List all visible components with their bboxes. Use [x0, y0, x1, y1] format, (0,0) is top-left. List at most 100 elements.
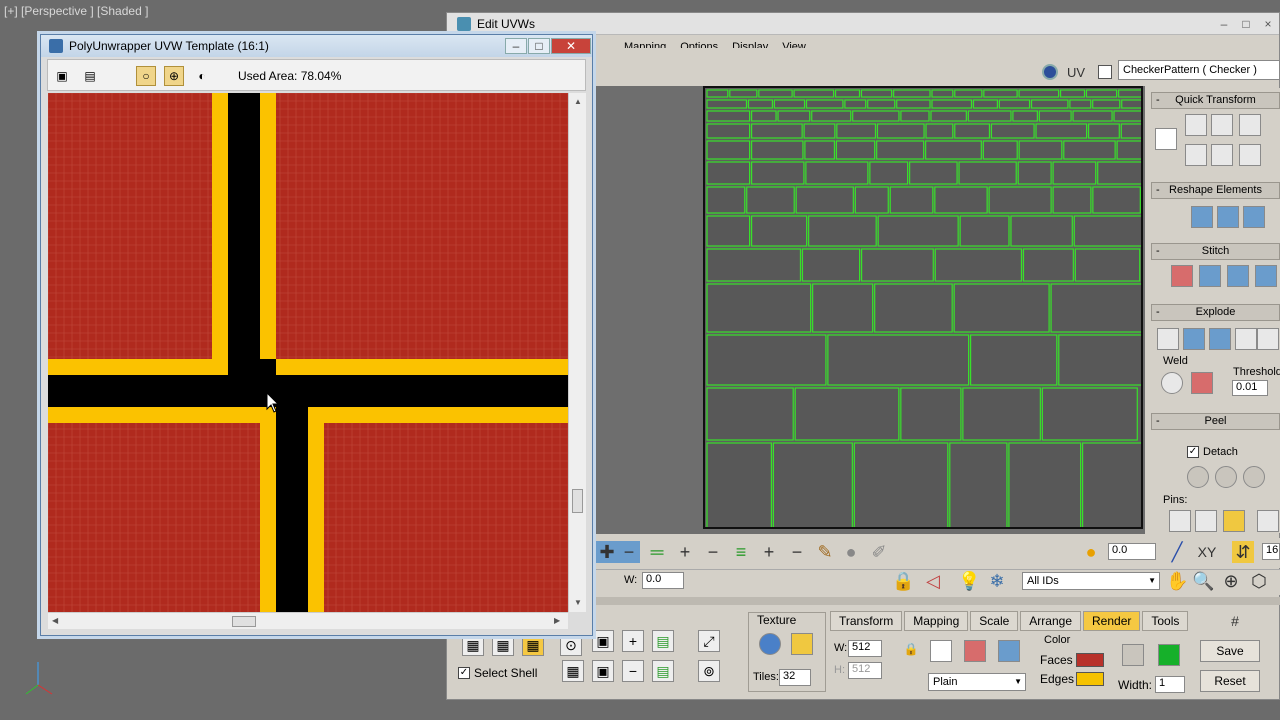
select-poly-icon[interactable]: ▦	[522, 634, 544, 656]
brush-small-icon[interactable]: ✐	[868, 541, 890, 563]
edges-color-swatch[interactable]	[1076, 672, 1104, 686]
uvw-template-canvas[interactable]	[48, 93, 568, 612]
stitch-target-icon[interactable]	[1255, 265, 1277, 287]
copy-template-icon[interactable]: ▤	[80, 66, 100, 86]
explode-icon[interactable]	[1209, 328, 1231, 350]
unpin-icon[interactable]	[1195, 510, 1217, 532]
grid-disabled-icon[interactable]	[1122, 644, 1144, 666]
auto-pin-icon[interactable]	[1223, 510, 1245, 532]
paint-select-mode-icon[interactable]: ⤢	[698, 630, 720, 652]
checker-globe-icon[interactable]	[1042, 64, 1058, 80]
shrink-select-icon[interactable]: −	[622, 660, 644, 682]
straighten-icon[interactable]	[1211, 144, 1233, 166]
fill-mode-select[interactable]: Plain	[928, 673, 1026, 691]
horizontal-scroll-thumb[interactable]	[232, 616, 256, 627]
select-shell-checkbox[interactable]: ✓ Select Shell	[458, 666, 537, 680]
zoom-input[interactable]: 16	[1262, 543, 1280, 560]
edit-uvws-titlebar[interactable]: Edit UVWs – □ ×	[447, 13, 1279, 35]
rotate-ccw-icon[interactable]	[1239, 144, 1261, 166]
select-by-angle-icon[interactable]: ⊙	[560, 634, 582, 656]
move-vertical-icon[interactable]: ✚	[596, 541, 618, 563]
render-checker-icon[interactable]	[964, 640, 986, 662]
weld-selected-icon[interactable]	[1191, 372, 1213, 394]
stitch-average-icon[interactable]	[1227, 265, 1249, 287]
ring-grow-icon[interactable]: ▤	[652, 630, 674, 652]
relax-until-flat-icon[interactable]	[1243, 206, 1265, 228]
reset-button[interactable]: Reset	[1200, 670, 1260, 692]
render-width-input[interactable]: 512	[848, 640, 882, 657]
rollout-stitch[interactable]: Stitch	[1151, 243, 1280, 260]
straighten-selection-icon[interactable]	[1191, 206, 1213, 228]
rollout-peel[interactable]: Peel	[1151, 413, 1280, 430]
show-edges-icon[interactable]	[1158, 644, 1180, 666]
stitch-custom-icon[interactable]	[1171, 265, 1193, 287]
render-tiles-icon[interactable]	[998, 640, 1020, 662]
render-grid-icon[interactable]	[930, 640, 952, 662]
pivot-icon[interactable]	[1155, 128, 1177, 150]
uv-label[interactable]: UV	[1067, 65, 1085, 80]
grow-icon[interactable]: +	[758, 541, 780, 563]
aspect-lock-icon[interactable]: 🔒	[900, 638, 922, 660]
select-pins-icon[interactable]	[1257, 510, 1279, 532]
tab-tools[interactable]: Tools	[1142, 611, 1189, 631]
line-falloff-icon[interactable]: ╱	[1166, 541, 1188, 563]
detach-checkbox[interactable]: ✓ Detach	[1187, 446, 1238, 458]
pelt-map-icon[interactable]	[1215, 466, 1237, 488]
minus-icon[interactable]: −	[702, 541, 724, 563]
align-diagonal-icon[interactable]	[1211, 114, 1233, 136]
grid-settings-icon[interactable]: #	[1224, 610, 1246, 632]
align-vertical-icon[interactable]	[1185, 144, 1207, 166]
zoom-extents-icon[interactable]: ⬡	[1248, 570, 1270, 592]
threshold-input[interactable]: 0.01	[1232, 380, 1268, 396]
tab-render[interactable]: Render	[1083, 611, 1141, 631]
pin-selection-icon[interactable]: ◁	[922, 570, 944, 592]
falloff-input[interactable]: 0.0	[1108, 543, 1156, 560]
align-top-icon[interactable]: ═	[646, 541, 668, 563]
viewport-label[interactable]: [+] [Perspective ] [Shaded ]	[4, 4, 148, 18]
polyunwrapper-titlebar[interactable]: PolyUnwrapper UVW Template (16:1) – □ ✕	[41, 35, 592, 57]
grid-icon[interactable]	[1235, 328, 1257, 350]
tab-scale[interactable]: Scale	[970, 611, 1019, 631]
brush-size-icon[interactable]: ●	[840, 541, 862, 563]
weld-target-icon[interactable]	[1161, 372, 1183, 394]
tab-arrange[interactable]: Arrange	[1020, 611, 1081, 631]
mirror-icon[interactable]: ⇵	[1232, 541, 1254, 563]
select-element-icon[interactable]: ▦	[462, 634, 484, 656]
render-uv-icon[interactable]	[759, 633, 781, 655]
render-height-input[interactable]: 512	[848, 662, 882, 679]
flatten-icon[interactable]	[1183, 328, 1205, 350]
tab-mapping[interactable]: Mapping	[904, 611, 969, 631]
uv-layout-canvas[interactable]	[703, 86, 1143, 529]
tiles-input[interactable]: 32	[779, 669, 811, 686]
close-button[interactable]: ×	[1257, 17, 1279, 31]
minimize-button[interactable]: –	[1213, 17, 1235, 31]
paint-select-icon[interactable]: ✎	[814, 541, 836, 563]
relax-icon[interactable]	[1217, 206, 1239, 228]
reset-peel-icon[interactable]	[1243, 466, 1265, 488]
freeze-icon[interactable]: ❄	[986, 570, 1008, 592]
rollout-reshape-elements[interactable]: Reshape Elements	[1151, 182, 1280, 199]
rollout-explode[interactable]: Explode	[1151, 304, 1280, 321]
lock-icon[interactable]: 🔒	[892, 570, 914, 592]
contrast-toggle-icon[interactable]: ◐	[192, 66, 212, 86]
edges-toggle-icon[interactable]: ⊕	[164, 66, 184, 86]
maximize-button[interactable]: □	[1235, 17, 1257, 31]
tab-transform[interactable]: Transform	[830, 611, 903, 631]
faces-color-swatch[interactable]	[1076, 653, 1104, 667]
loop-select-icon[interactable]: ▣	[592, 630, 614, 652]
plus-icon[interactable]: +	[674, 541, 696, 563]
rollout-quick-transform[interactable]: Quick Transform	[1151, 92, 1280, 109]
sphere-icon[interactable]	[1257, 328, 1279, 350]
shrink-icon[interactable]: −	[786, 541, 808, 563]
fill-toggle-icon[interactable]: ○	[136, 66, 156, 86]
pan-icon[interactable]: ✋	[1166, 570, 1188, 592]
pin-icon[interactable]	[1169, 510, 1191, 532]
edge-width-input[interactable]: 1	[1155, 676, 1185, 693]
select-face-icon[interactable]: ▦	[492, 634, 514, 656]
poly-minimize-button[interactable]: –	[505, 38, 527, 54]
poly-maximize-button[interactable]: □	[528, 38, 550, 54]
scale-icon[interactable]: −	[618, 541, 640, 563]
zoom-icon[interactable]: 🔍	[1192, 570, 1214, 592]
save-template-icon[interactable]: ▣	[52, 66, 72, 86]
ids-select[interactable]: All IDs	[1022, 572, 1160, 590]
